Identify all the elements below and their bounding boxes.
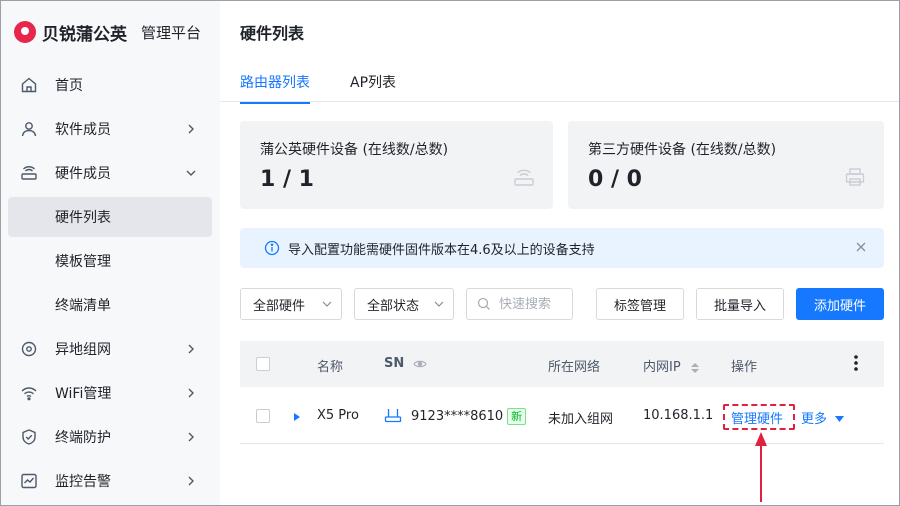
brand: 贝锐蒲公英 管理平台: [14, 18, 201, 46]
search-icon: [477, 297, 490, 310]
home-icon: [20, 76, 38, 94]
network-icon: [20, 340, 38, 358]
eye-icon[interactable]: [413, 359, 427, 369]
expand-arrow-icon[interactable]: [293, 413, 300, 421]
device-sn-value: 9123****8610: [411, 409, 504, 424]
tab-ap-list[interactable]: AP列表: [350, 72, 396, 102]
stat-title: 第三方硬件设备 (在线数/总数): [588, 142, 777, 158]
sidebar-item-hardware-list[interactable]: 硬件列表: [8, 197, 212, 237]
hardware-filter-select[interactable]: 全部硬件: [240, 288, 342, 320]
sidebar-item-label: 监控告警: [55, 474, 111, 490]
user-icon: [20, 120, 38, 138]
stat-title: 蒲公英硬件设备 (在线数/总数): [260, 142, 449, 158]
more-actions-label: 更多: [801, 412, 828, 427]
table-header: 名称 SN 所在网络 内网IP 操作: [240, 341, 884, 387]
column-header-name: 名称: [317, 360, 344, 375]
status-filter-select[interactable]: 全部状态: [354, 288, 454, 320]
manage-hardware-link[interactable]: 管理硬件: [731, 408, 783, 427]
platform-name: 管理平台: [141, 23, 202, 42]
select-value: 全部硬件: [253, 298, 306, 314]
sidebar-item-label: 硬件成员: [55, 166, 111, 182]
caret-down-icon: [835, 416, 845, 422]
column-header-action: 操作: [731, 360, 758, 375]
sidebar-item-label: 硬件列表: [55, 210, 111, 226]
sort-icon[interactable]: [690, 362, 700, 374]
sidebar-item-label: 软件成员: [55, 122, 111, 138]
more-actions-dropdown[interactable]: 更多: [801, 408, 845, 427]
sidebar-item-label: 终端清单: [55, 298, 111, 314]
add-hardware-button[interactable]: 添加硬件: [796, 288, 884, 320]
sidebar-item-wifi-management[interactable]: WiFi管理: [8, 373, 212, 413]
search-input[interactable]: [499, 296, 569, 312]
chevron-right-icon: [188, 344, 194, 354]
column-header-ip-label: 内网IP: [643, 360, 681, 375]
sidebar-item-label: 异地组网: [55, 342, 111, 358]
shield-icon: [20, 428, 38, 446]
chevron-down-icon: [434, 301, 444, 307]
wifi-icon: [20, 384, 38, 402]
monitor-chart-icon: [20, 472, 38, 490]
device-sn: 9123****8610 新: [411, 408, 527, 425]
sidebar-item-label: WiFi管理: [55, 386, 112, 402]
column-header-network: 所在网络: [548, 360, 601, 375]
sidebar-item-label: 模板管理: [55, 254, 111, 270]
page-title: 硬件列表: [240, 24, 305, 43]
device-name: X5 Pro: [317, 408, 359, 423]
stat-value: 0 / 0: [588, 167, 642, 192]
row-checkbox[interactable]: [256, 409, 270, 423]
router-device-icon: [384, 409, 402, 423]
stat-card-pgy-devices: 蒲公英硬件设备 (在线数/总数) 1 / 1: [240, 121, 553, 209]
sidebar-item-template-management[interactable]: 模板管理: [8, 241, 212, 281]
sidebar-item-label: 终端防护: [55, 430, 111, 446]
printer-icon: [845, 168, 865, 186]
column-header-ip: 内网IP: [643, 356, 700, 375]
column-header-sn-label: SN: [384, 356, 405, 371]
info-notice: 导入配置功能需硬件固件版本在4.6及以上的设备支持: [240, 228, 884, 268]
tab-router-list[interactable]: 路由器列表: [240, 72, 310, 104]
more-vertical-icon[interactable]: [853, 354, 859, 372]
chevron-down-icon: [322, 301, 332, 307]
sidebar: 贝锐蒲公英 管理平台 首页 软件成员 硬件成员 硬件列表 模板管理 终端清单 异…: [0, 0, 220, 506]
select-all-checkbox[interactable]: [256, 357, 270, 371]
chevron-down-icon: [186, 170, 196, 176]
main-content: 硬件列表 路由器列表 AP列表 蒲公英硬件设备 (在线数/总数) 1 / 1 第…: [220, 0, 900, 506]
logo-icon: [14, 21, 36, 43]
router-icon: [514, 169, 534, 186]
sidebar-item-remote-network[interactable]: 异地组网: [8, 329, 212, 369]
tag-management-button[interactable]: 标签管理: [596, 288, 684, 320]
chevron-right-icon: [188, 388, 194, 398]
table-row: X5 Pro 9123****8610 新 未加入组网 10.168.1.1 管理…: [240, 388, 884, 444]
sidebar-item-software-members[interactable]: 软件成员: [8, 109, 212, 149]
sidebar-item-hardware-members[interactable]: 硬件成员: [8, 153, 212, 193]
sidebar-item-home[interactable]: 首页: [8, 65, 212, 105]
annotation-arrow-icon: [755, 432, 767, 502]
sidebar-item-label: 首页: [55, 78, 83, 94]
brand-name: 贝锐蒲公英: [42, 24, 127, 45]
stat-value: 1 / 1: [260, 167, 314, 192]
device-ip: 10.168.1.1: [643, 408, 714, 423]
sidebar-item-monitoring-alerts[interactable]: 监控告警: [8, 461, 212, 501]
select-value: 全部状态: [367, 298, 420, 314]
chevron-right-icon: [188, 432, 194, 442]
sidebar-item-terminal-protection[interactable]: 终端防护: [8, 417, 212, 457]
close-icon[interactable]: [854, 240, 868, 254]
new-badge: 新: [507, 408, 527, 425]
column-header-sn: SN: [384, 356, 427, 371]
info-icon: [264, 240, 280, 256]
notice-text: 导入配置功能需硬件固件版本在4.6及以上的设备支持: [288, 242, 595, 258]
device-network: 未加入组网: [548, 412, 614, 427]
search-box[interactable]: [466, 288, 573, 320]
batch-import-button[interactable]: 批量导入: [696, 288, 784, 320]
tab-bar: 路由器列表 AP列表: [220, 60, 900, 104]
chevron-right-icon: [188, 476, 194, 486]
chevron-right-icon: [188, 124, 194, 134]
sidebar-item-terminal-list[interactable]: 终端清单: [8, 285, 212, 325]
router-icon: [20, 164, 38, 182]
stat-card-third-party-devices: 第三方硬件设备 (在线数/总数) 0 / 0: [568, 121, 884, 209]
